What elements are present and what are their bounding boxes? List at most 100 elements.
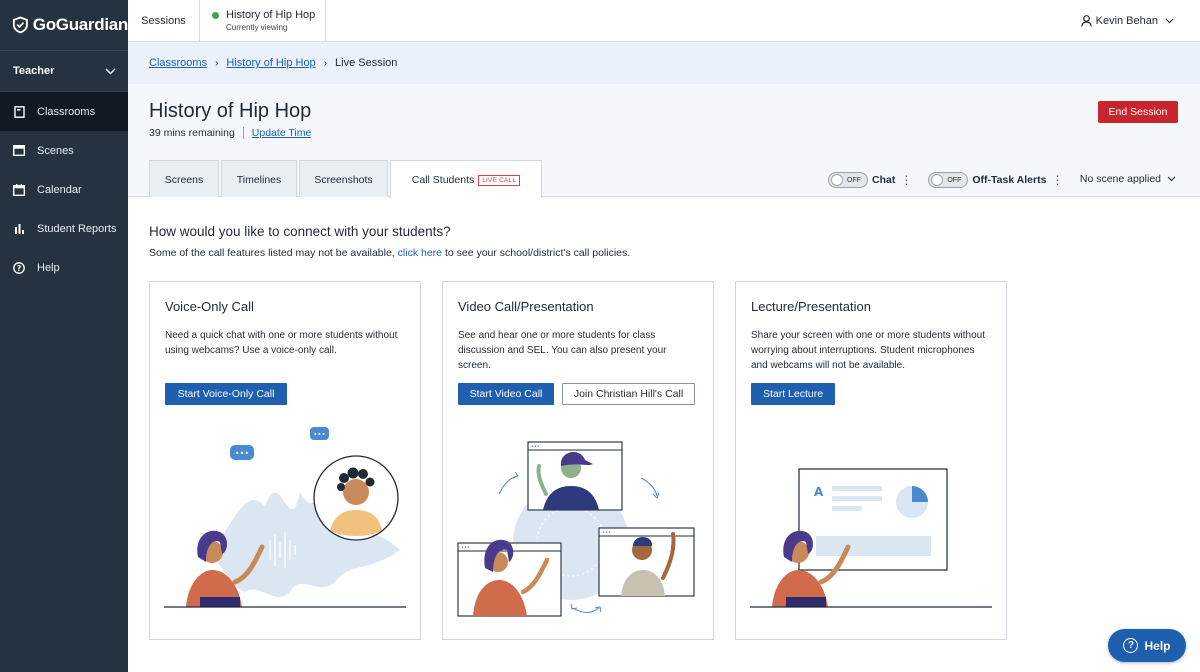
scene-selector[interactable]: No scene applied bbox=[1080, 173, 1176, 185]
chevron-down-icon bbox=[105, 68, 116, 74]
logo-text: GoGuardian bbox=[32, 15, 129, 34]
tab-call-students[interactable]: Call Students LIVE CALL bbox=[390, 160, 542, 198]
lecture-illustration: A bbox=[750, 468, 992, 608]
sessions-label: Sessions bbox=[141, 14, 186, 27]
live-status-dot bbox=[212, 11, 219, 19]
breadcrumb-class[interactable]: History of Hip Hop bbox=[226, 57, 315, 69]
divider bbox=[242, 127, 244, 139]
role-label: Teacher bbox=[13, 65, 55, 77]
sessions-tab[interactable]: Sessions bbox=[128, 0, 200, 41]
tab-timelines[interactable]: Timelines bbox=[221, 160, 297, 197]
card-description: Share your screen with one or more stude… bbox=[751, 330, 986, 371]
tab-label: Call Students bbox=[411, 174, 475, 186]
connect-question: How would you like to connect with your … bbox=[149, 224, 451, 239]
page-header: History of Hip Hop 39 mins remaining Upd… bbox=[128, 84, 1200, 198]
role-selector[interactable]: Teacher bbox=[0, 50, 128, 92]
calendar-icon bbox=[13, 183, 25, 196]
start-lecture-button[interactable]: Start Lecture bbox=[751, 383, 835, 405]
toggle-state: OFF bbox=[947, 176, 962, 184]
page-title: History of Hip Hop bbox=[149, 100, 312, 122]
sidebar-item-label: Student Reports bbox=[37, 222, 117, 235]
svg-text:•••: ••• bbox=[602, 530, 611, 536]
sidebar-nav: Classrooms Scenes Calendar Student Repor… bbox=[0, 92, 128, 287]
kebab-menu-icon[interactable]: ⋮ bbox=[900, 174, 912, 186]
shield-logo-icon bbox=[12, 16, 28, 34]
scene-label: No scene applied bbox=[1079, 173, 1161, 185]
sidebar-item-help[interactable]: ? Help bbox=[0, 248, 128, 287]
sidebar: GoGuardian Teacher Classrooms Scenes Cal… bbox=[0, 0, 128, 672]
remaining-text: 39 mins remaining bbox=[149, 127, 235, 139]
session-toggles: OFF Chat ⋮ OFF Off-Task Alerts ⋮ bbox=[828, 170, 1079, 190]
tab-label: Screenshots bbox=[314, 174, 373, 186]
sidebar-item-label: Scenes bbox=[37, 144, 74, 157]
chevron-right-icon: › bbox=[215, 57, 219, 69]
user-icon bbox=[1080, 14, 1092, 27]
note-text-after: to see your school/district's call polic… bbox=[444, 247, 631, 259]
breadcrumb-current: Live Session bbox=[335, 57, 398, 69]
bar-chart-icon bbox=[13, 223, 25, 235]
breadcrumb-classrooms[interactable]: Classrooms bbox=[149, 57, 207, 69]
scenes-icon bbox=[13, 145, 25, 157]
svg-text:A: A bbox=[814, 485, 824, 499]
start-video-call-button[interactable]: Start Video Call bbox=[458, 383, 554, 405]
card-title: Lecture/Presentation bbox=[751, 299, 871, 314]
user-menu[interactable]: Kevin Behan bbox=[1080, 0, 1178, 41]
help-icon: ? bbox=[1123, 638, 1139, 653]
svg-text:•••: ••• bbox=[235, 449, 249, 458]
voice-only-call-card: Voice-Only Call Need a quick chat with o… bbox=[149, 281, 421, 640]
chevron-right-icon: › bbox=[323, 57, 328, 69]
sidebar-item-label: Help bbox=[37, 261, 60, 274]
sidebar-item-calendar[interactable]: Calendar bbox=[0, 170, 128, 209]
chat-toggle[interactable]: OFF bbox=[828, 172, 868, 188]
lecture-card: Lecture/Presentation Share your screen w… bbox=[735, 281, 1007, 640]
sidebar-item-classrooms[interactable]: Classrooms bbox=[0, 92, 128, 131]
help-label: Help bbox=[1144, 638, 1171, 653]
card-title: Voice-Only Call bbox=[165, 299, 254, 314]
tab-screenshots[interactable]: Screenshots bbox=[299, 160, 388, 197]
off-task-alerts-label: Off-Task Alerts bbox=[972, 174, 1047, 186]
goguardian-logo[interactable]: GoGuardian bbox=[0, 0, 128, 50]
help-button[interactable]: ? Help bbox=[1108, 629, 1186, 662]
current-session-title: History of Hip Hop bbox=[226, 9, 316, 21]
svg-text:?: ? bbox=[17, 263, 21, 272]
sidebar-item-scenes[interactable]: Scenes bbox=[0, 131, 128, 170]
join-call-button[interactable]: Join Christian Hill's Call bbox=[562, 383, 695, 405]
start-voice-only-call-button[interactable]: Start Voice-Only Call bbox=[165, 383, 287, 405]
voice-call-illustration: ••• ••• bbox=[164, 427, 406, 608]
sidebar-item-label: Calendar bbox=[37, 183, 82, 196]
card-title: Video Call/Presentation bbox=[458, 299, 594, 314]
end-session-button[interactable]: End Session bbox=[1098, 101, 1178, 123]
update-time-link[interactable]: Update Time bbox=[252, 127, 312, 139]
top-bar: Sessions History of Hip Hop Currently vi… bbox=[128, 0, 1200, 42]
chevron-down-icon bbox=[1165, 18, 1174, 23]
note-text-before: Some of the call features listed may not… bbox=[149, 247, 395, 259]
call-policy-link[interactable]: click here bbox=[398, 247, 442, 259]
call-policy-note: Some of the call features listed may not… bbox=[149, 247, 630, 259]
sidebar-item-student-reports[interactable]: Student Reports bbox=[0, 209, 128, 248]
card-description: Need a quick chat with one or more stude… bbox=[165, 330, 398, 356]
svg-text:•••: ••• bbox=[531, 444, 540, 450]
tab-label: Screens bbox=[164, 174, 204, 186]
kebab-menu-icon[interactable]: ⋮ bbox=[1051, 174, 1063, 186]
time-remaining: 39 mins remaining Update Time bbox=[149, 127, 311, 139]
toggle-knob bbox=[931, 174, 944, 186]
chat-label: Chat bbox=[872, 174, 896, 186]
help-icon: ? bbox=[13, 261, 25, 274]
tab-label: Timelines bbox=[236, 174, 282, 186]
live-call-badge: LIVE CALL bbox=[478, 175, 521, 186]
video-call-illustration: ••• ••• ••• bbox=[457, 441, 695, 617]
current-session-status: Currently viewing bbox=[226, 23, 288, 32]
card-description: See and hear one or more students for cl… bbox=[458, 330, 667, 371]
breadcrumb: Classrooms › History of Hip Hop › Live S… bbox=[128, 42, 1200, 84]
tab-screens[interactable]: Screens bbox=[149, 160, 219, 197]
svg-text:•••: ••• bbox=[313, 431, 325, 439]
chevron-down-icon bbox=[1167, 176, 1176, 182]
user-name: Kevin Behan bbox=[1095, 14, 1158, 27]
toggle-knob bbox=[831, 174, 843, 186]
toggle-state: OFF bbox=[847, 176, 861, 184]
sidebar-item-label: Classrooms bbox=[37, 105, 96, 118]
off-task-alerts-toggle[interactable]: OFF bbox=[928, 172, 969, 188]
current-session-tab[interactable]: History of Hip Hop Currently viewing bbox=[200, 0, 326, 41]
video-call-card: Video Call/Presentation See and hear one… bbox=[442, 281, 714, 640]
book-icon bbox=[13, 105, 25, 118]
